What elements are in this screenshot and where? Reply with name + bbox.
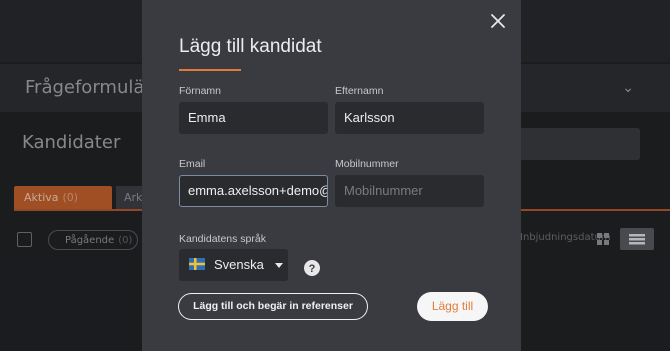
email-field[interactable]: emma.axelsson+demo@ (179, 175, 328, 207)
help-icon[interactable]: ? (304, 260, 320, 276)
close-icon[interactable] (489, 12, 507, 30)
language-value: Svenska (214, 257, 264, 272)
add-candidate-dialog: Lägg till kandidat Förnamn Emma Efternam… (142, 0, 521, 351)
email-label: Email (179, 158, 206, 170)
first-name-field[interactable]: Emma (179, 102, 328, 134)
add-button[interactable]: Lägg till (417, 292, 488, 321)
title-underline (179, 69, 241, 71)
language-select[interactable]: Svenska (179, 249, 288, 281)
mobile-label: Mobilnummer (335, 158, 399, 170)
first-name-label: Förnamn (179, 85, 222, 97)
add-and-request-references-button[interactable]: Lägg till och begär in referenser (178, 293, 368, 320)
svg-text:?: ? (309, 263, 316, 275)
last-name-field[interactable]: Karlsson (335, 102, 484, 134)
language-label: Kandidatens språk (179, 233, 266, 245)
sweden-flag-icon (189, 258, 205, 270)
mobile-field[interactable]: Mobilnummer (335, 175, 484, 207)
last-name-label: Efternamn (335, 85, 384, 97)
caret-down-icon (275, 263, 283, 268)
dialog-title: Lägg till kandidat (179, 36, 322, 57)
